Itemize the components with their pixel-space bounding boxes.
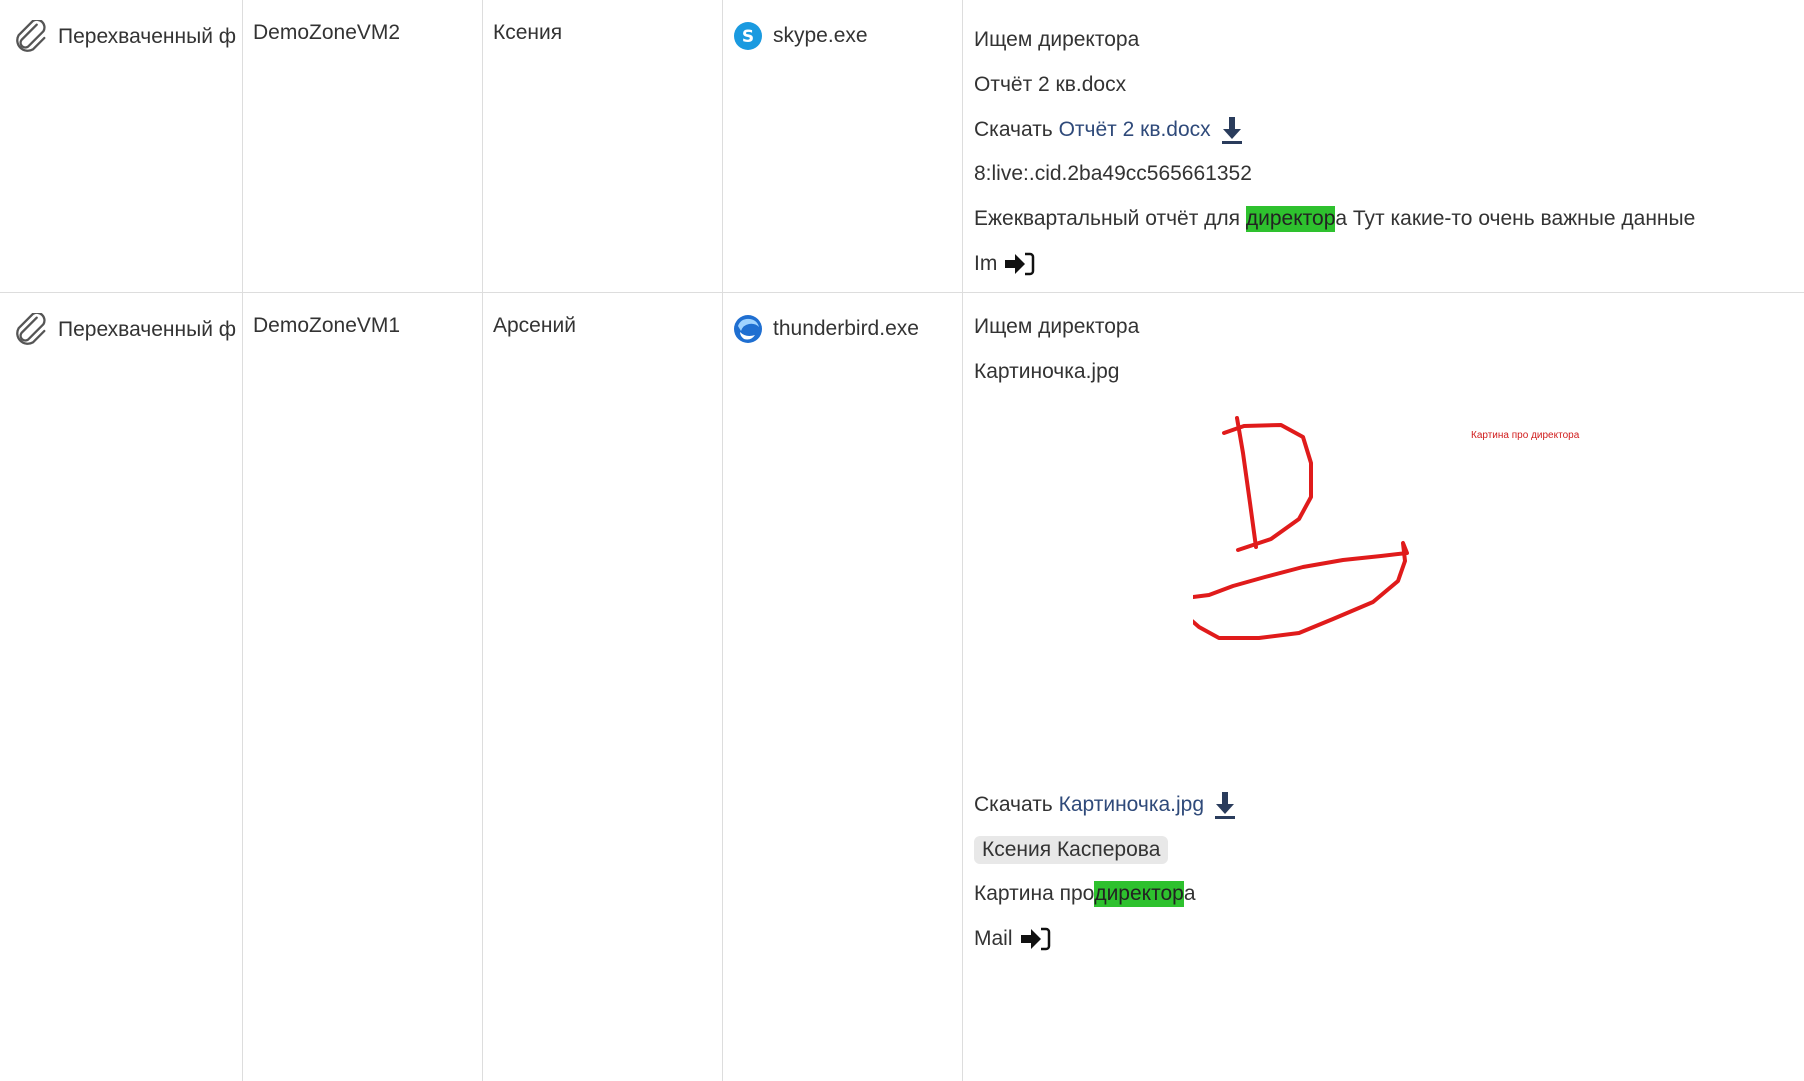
channel-label: Im (974, 252, 998, 275)
download-line: Скачать Картиночка.jpg (974, 791, 1236, 819)
intercepted-events-table: Перехваченный ф DemoZoneVM2 Ксения S sky… (0, 0, 1804, 1081)
event-type-label: Перехваченный ф (58, 25, 237, 48)
contact-id: 8:live:.cid.2ba49cc565661352 (974, 162, 1252, 185)
computer-cell: DemoZoneVM2 (243, 0, 483, 292)
download-label: Скачать (974, 118, 1053, 141)
keyword-highlight: директор (1245, 206, 1336, 232)
application-cell: thunderbird.exe (723, 293, 963, 1081)
attachment-filename: Отчёт 2 кв.docx (974, 73, 1127, 96)
download-line: Скачать Отчёт 2 кв.docx (974, 116, 1243, 144)
content-cell: Ищем директора Картиночка.jpg Картина пр… (963, 293, 1804, 1081)
keyword-highlight: директор (1094, 881, 1184, 907)
sign-in-icon[interactable] (1019, 926, 1051, 952)
download-icon[interactable] (1214, 791, 1236, 819)
search-query: Ищем директора (974, 28, 1140, 51)
application-name: thunderbird.exe (773, 317, 919, 340)
computer-name: DemoZoneVM1 (253, 314, 401, 337)
event-type-label: Перехваченный ф (58, 318, 237, 341)
attachment-image-preview[interactable] (1193, 393, 1553, 693)
skype-icon: S (734, 22, 762, 50)
svg-text:S: S (742, 27, 754, 47)
content-cell: Ищем директора Отчёт 2 кв.docx Скачать О… (963, 0, 1804, 292)
user-cell: Арсений (483, 293, 723, 1081)
message-body: Ежеквартальный отчёт для директор а Тут к… (974, 206, 1696, 232)
user-name: Арсений (493, 314, 576, 337)
type-cell: Перехваченный ф (0, 0, 243, 292)
computer-cell: DemoZoneVM1 (243, 293, 483, 1081)
search-query: Ищем директора (974, 315, 1140, 338)
sender-tag: Ксения Касперова (974, 836, 1169, 864)
application-cell: S skype.exe (723, 0, 963, 292)
sender-line: Ксения Касперова (974, 836, 1169, 864)
type-cell: Перехваченный ф (0, 293, 243, 1081)
application-name: skype.exe (773, 24, 868, 47)
user-name: Ксения (493, 21, 563, 44)
download-link[interactable]: Отчёт 2 кв.docx (1059, 117, 1211, 143)
message-body: Картина про директор а (974, 881, 1196, 907)
download-link[interactable]: Картиночка.jpg (1059, 792, 1204, 818)
channel-label: Mail (974, 927, 1013, 950)
download-icon[interactable] (1221, 116, 1243, 144)
table-row[interactable]: Перехваченный ф DemoZoneVM1 Арсений thun… (0, 293, 1804, 1081)
table-row[interactable]: Перехваченный ф DemoZoneVM2 Ксения S sky… (0, 0, 1804, 293)
attachment-filename: Картиночка.jpg (974, 360, 1120, 383)
paperclip-icon (16, 20, 46, 52)
boat-drawing (1193, 416, 1409, 640)
channel-line: Mail (974, 926, 1051, 952)
download-label: Скачать (974, 793, 1053, 816)
thunderbird-icon (734, 315, 762, 343)
user-cell: Ксения (483, 0, 723, 292)
computer-name: DemoZoneVM2 (253, 21, 401, 44)
channel-line: Im (974, 251, 1035, 277)
sign-in-icon[interactable] (1003, 251, 1035, 277)
paperclip-icon (16, 313, 46, 345)
